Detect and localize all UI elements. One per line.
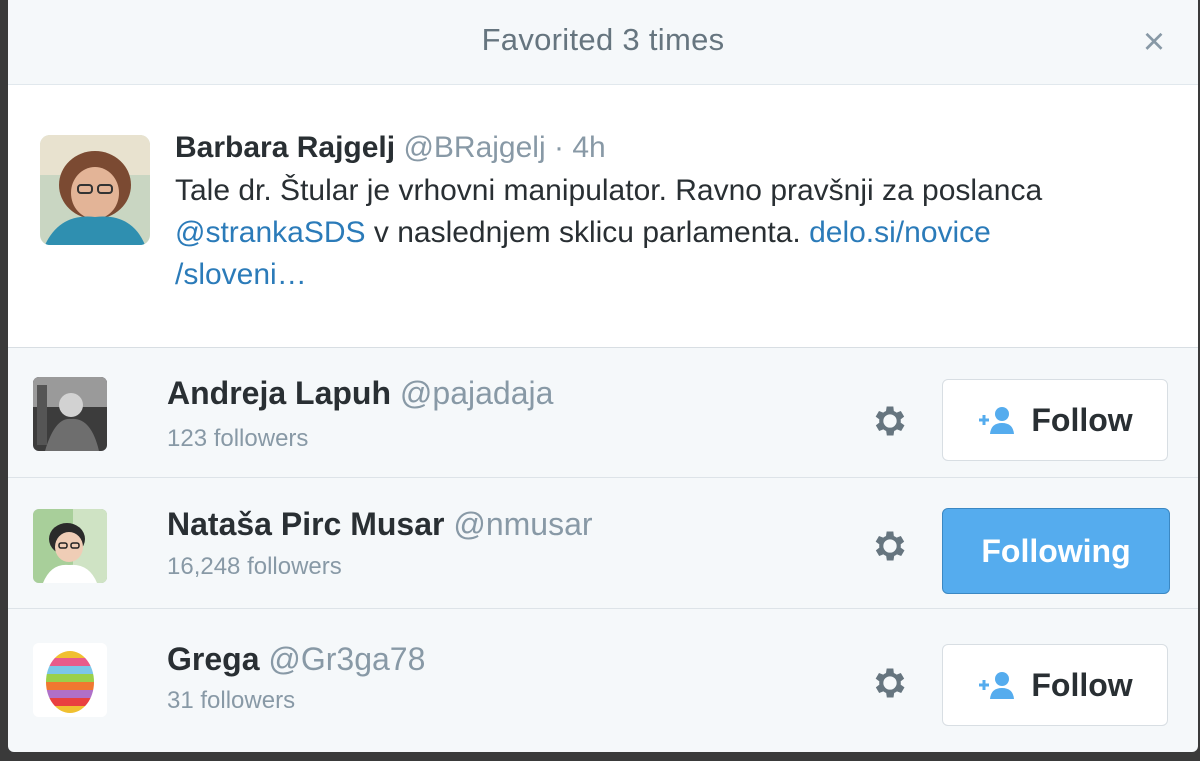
tweet-author-name[interactable]: Barbara Rajgelj	[175, 131, 395, 164]
user-handle[interactable]: @pajadaja	[400, 375, 553, 411]
tweet[interactable]: Barbara Rajgelj @BRajgelj · 4h Tale dr. …	[8, 85, 1198, 348]
tweet-text: Tale dr. Štular je vrhovni manipulator. …	[175, 170, 1158, 296]
close-icon: ×	[1142, 21, 1166, 63]
following-button-label: Following	[981, 532, 1131, 569]
tweet-text-part: v naslednjem sklicu parlamenta.	[365, 216, 810, 249]
user-row: Nataša Pirc Musar @nmusar 16,248 followe…	[8, 478, 1198, 609]
user-name-line: Andreja Lapuh @pajadaja	[167, 374, 553, 412]
tweet-author-avatar[interactable]	[40, 135, 150, 245]
user-row: Grega @Gr3ga78 31 followers Follow	[8, 609, 1198, 739]
tweet-url-link[interactable]: delo.si/novice	[809, 216, 991, 249]
user-name[interactable]: Grega	[167, 641, 259, 677]
user-actions-gear-button[interactable]	[868, 524, 912, 568]
avatar[interactable]	[33, 509, 107, 583]
add-user-icon	[977, 670, 1017, 700]
user-handle[interactable]: @nmusar	[453, 506, 592, 542]
gear-icon	[875, 668, 905, 698]
user-handle[interactable]: @Gr3ga78	[268, 641, 425, 677]
tweet-url-link-continued[interactable]: /sloveni…	[175, 258, 307, 291]
tweet-timestamp[interactable]: 4h	[572, 131, 605, 164]
user-name-line: Grega @Gr3ga78	[167, 640, 425, 678]
user-photo-icon	[40, 135, 150, 245]
easter-egg-icon	[33, 643, 107, 717]
favorites-dialog: Favorited 3 times × Barbara Rajgelj @BRa…	[8, 0, 1198, 752]
dialog-header: Favorited 3 times ×	[8, 0, 1198, 85]
followers-count: 31 followers	[167, 687, 296, 714]
user-name[interactable]: Andreja Lapuh	[167, 375, 391, 411]
user-actions-gear-button[interactable]	[868, 661, 912, 705]
follow-button-label: Follow	[1031, 666, 1133, 703]
follow-button[interactable]: Follow	[942, 379, 1168, 461]
user-photo-icon	[33, 377, 107, 451]
tweet-author-handle[interactable]: @BRajgelj	[403, 131, 545, 164]
user-photo-icon	[33, 509, 107, 583]
user-name[interactable]: Nataša Pirc Musar	[167, 506, 444, 542]
follow-button[interactable]: Follow	[942, 644, 1168, 726]
avatar[interactable]	[33, 643, 107, 717]
gear-icon	[875, 406, 905, 436]
user-name-line: Nataša Pirc Musar @nmusar	[167, 505, 593, 543]
tweet-body: Barbara Rajgelj @BRajgelj · 4h Tale dr. …	[175, 130, 1158, 296]
user-row: Andreja Lapuh @pajadaja 123 followers Fo…	[8, 347, 1198, 478]
user-actions-gear-button[interactable]	[868, 399, 912, 443]
followers-count: 16,248 followers	[167, 553, 342, 580]
tweet-header: Barbara Rajgelj @BRajgelj · 4h	[175, 130, 1158, 166]
tweet-text-part: Tale dr. Štular je vrhovni manipulator. …	[175, 174, 1043, 207]
following-button[interactable]: Following	[942, 508, 1170, 594]
dialog-title: Favorited 3 times	[481, 22, 725, 57]
close-button[interactable]: ×	[1134, 22, 1174, 62]
gear-icon	[875, 531, 905, 561]
add-user-icon	[977, 405, 1017, 435]
avatar[interactable]	[33, 377, 107, 451]
tweet-mention-link[interactable]: @strankaSDS	[175, 216, 366, 249]
followers-count: 123 followers	[167, 425, 309, 452]
tweet-separator: ·	[553, 131, 564, 164]
follow-button-label: Follow	[1031, 401, 1133, 438]
